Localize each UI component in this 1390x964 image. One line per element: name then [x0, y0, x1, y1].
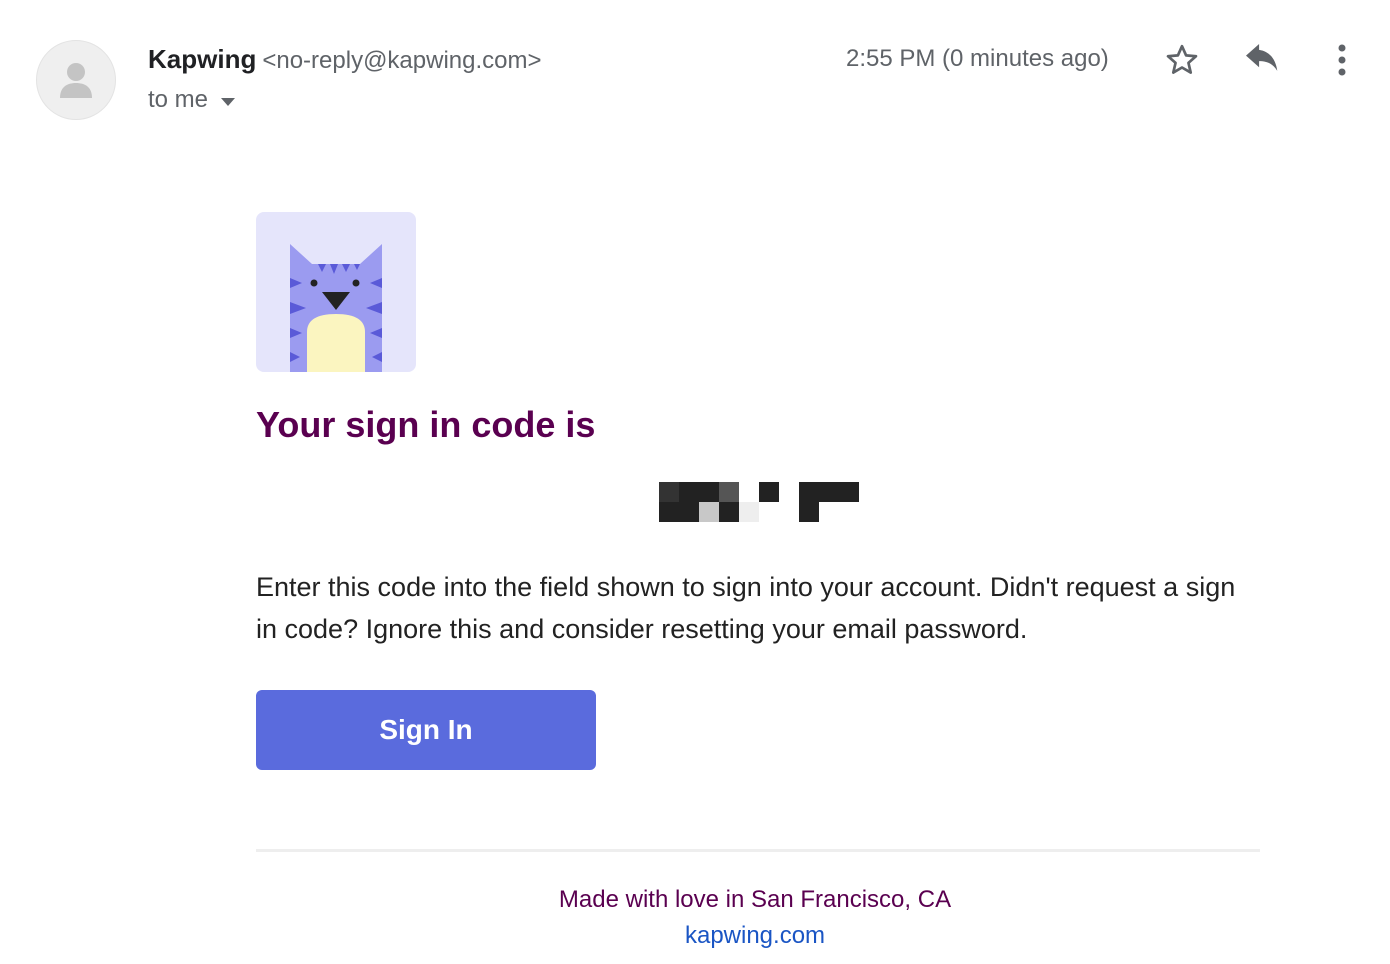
headline: Your sign in code is — [256, 404, 596, 445]
person-icon — [60, 63, 92, 98]
footer-divider — [256, 849, 1260, 852]
email-view: Kapwing <no-reply@kapwing.com> to me 2:55… — [0, 0, 1390, 964]
recipient-label: to me — [148, 86, 209, 113]
sign-in-button[interactable]: Sign In — [256, 690, 596, 770]
chevron-down-icon — [221, 98, 236, 106]
sender-avatar — [36, 40, 116, 120]
sender-line: Kapwing <no-reply@kapwing.com> — [148, 44, 542, 75]
email-message: Enter this code into the field shown to … — [256, 572, 1236, 644]
reply-button[interactable] — [1240, 38, 1284, 82]
cat-logo-icon — [290, 244, 382, 372]
reply-icon — [1246, 44, 1278, 71]
sign-in-button-label: Sign In — [379, 714, 473, 745]
footer-link-container: kapwing.com — [256, 922, 1254, 950]
email-timestamp: 2:55 PM (0 minutes ago) — [846, 45, 1109, 72]
recipient-line: to me — [148, 86, 236, 114]
footer-tagline: Made with love in San Francisco, CA — [558, 886, 952, 913]
more-options-button[interactable] — [1320, 38, 1364, 82]
recipient-details-toggle[interactable] — [220, 86, 236, 114]
kapwing-logo — [256, 212, 416, 372]
sender-name: Kapwing — [148, 44, 257, 74]
star-button[interactable] — [1160, 38, 1204, 82]
kapwing-link[interactable]: kapwing.com — [685, 922, 825, 949]
sign-in-code-redacted — [659, 482, 859, 522]
sender-email: <no-reply@kapwing.com> — [262, 47, 542, 74]
star-icon — [1166, 44, 1198, 74]
more-vert-icon — [1338, 44, 1346, 76]
pixelated-code — [659, 482, 859, 522]
